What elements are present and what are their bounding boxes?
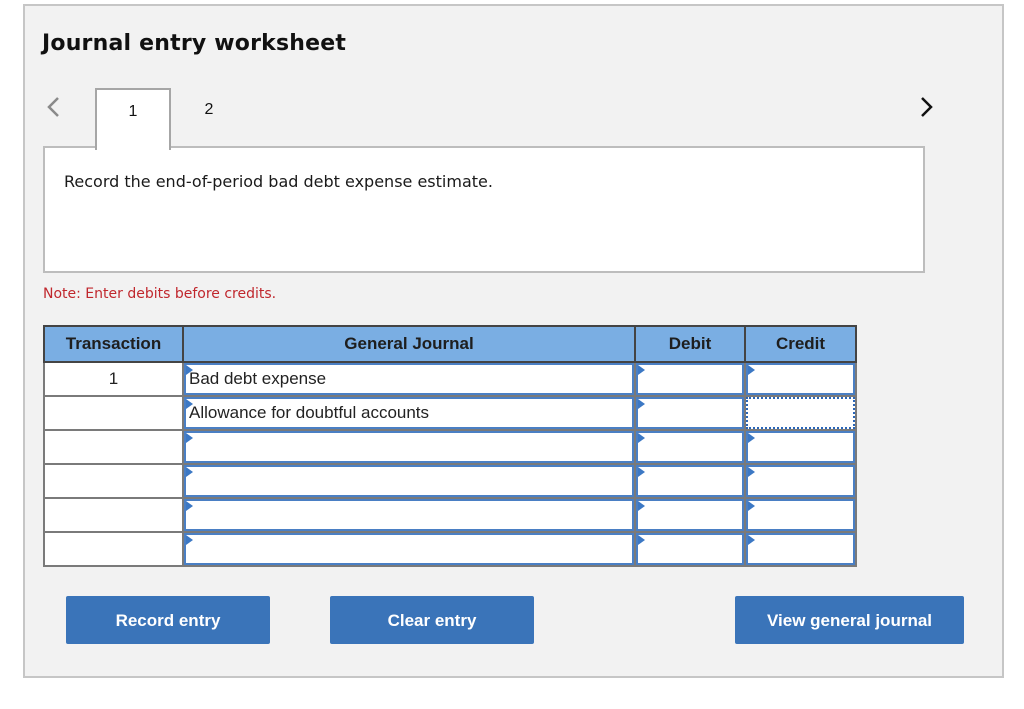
dropdown-marker-icon <box>638 467 645 477</box>
credit-cell <box>744 463 857 499</box>
table-header-row: Transaction General Journal Debit Credit <box>43 325 857 363</box>
account-cell <box>182 429 636 465</box>
credit-input[interactable] <box>746 431 855 463</box>
dropdown-marker-icon <box>748 501 755 511</box>
dropdown-marker-icon <box>186 365 193 375</box>
account-input[interactable] <box>184 431 634 463</box>
prompt-text: Record the end-of-period bad debt expens… <box>64 172 493 191</box>
chevron-left-icon <box>44 92 68 122</box>
dropdown-marker-icon <box>186 399 193 409</box>
account-input-value: Bad debt expense <box>189 369 327 388</box>
debit-cell <box>634 361 746 397</box>
account-input[interactable]: Allowance for doubtful accounts <box>184 397 634 429</box>
page-title: Journal entry worksheet <box>42 31 347 56</box>
account-cell <box>182 531 636 567</box>
debit-input[interactable] <box>636 397 744 429</box>
header-general-journal: General Journal <box>182 325 636 363</box>
debit-cell <box>634 463 746 499</box>
debit-input[interactable] <box>636 499 744 531</box>
prev-arrow-button[interactable] <box>44 92 68 122</box>
account-cell <box>182 463 636 499</box>
transaction-cell <box>43 429 184 465</box>
header-debit: Debit <box>634 325 746 363</box>
transaction-cell <box>43 497 184 533</box>
table-row <box>43 429 857 465</box>
next-arrow-button[interactable] <box>916 92 940 122</box>
dropdown-marker-icon <box>748 433 755 443</box>
transaction-cell <box>43 531 184 567</box>
journal-table: Transaction General Journal Debit Credit… <box>43 325 857 567</box>
credit-input[interactable] <box>746 363 855 395</box>
debit-input[interactable] <box>636 431 744 463</box>
credit-cell <box>744 395 857 431</box>
debit-input[interactable] <box>636 363 744 395</box>
table-row <box>43 531 857 567</box>
dropdown-marker-icon <box>186 501 193 511</box>
credit-input[interactable] <box>746 465 855 497</box>
dropdown-marker-icon <box>186 535 193 545</box>
chevron-right-icon <box>916 92 940 122</box>
tab-2[interactable]: 2 <box>171 88 247 148</box>
credit-input[interactable] <box>746 397 855 429</box>
credit-cell <box>744 497 857 533</box>
table-row <box>43 497 857 533</box>
clear-entry-button[interactable]: Clear entry <box>330 596 534 644</box>
account-cell <box>182 497 636 533</box>
record-entry-button[interactable]: Record entry <box>66 596 270 644</box>
credit-cell <box>744 531 857 567</box>
account-cell: Allowance for doubtful accounts <box>182 395 636 431</box>
credit-input[interactable] <box>746 499 855 531</box>
credit-input[interactable] <box>746 533 855 565</box>
account-input[interactable] <box>184 533 634 565</box>
dropdown-marker-icon <box>638 365 645 375</box>
table-row <box>43 463 857 499</box>
account-input-value: Allowance for doubtful accounts <box>189 403 430 422</box>
debit-cell <box>634 531 746 567</box>
dropdown-marker-icon <box>638 399 645 409</box>
dropdown-marker-icon <box>748 365 755 375</box>
account-input[interactable]: Bad debt expense <box>184 363 634 395</box>
table-row: 1 Bad debt expense <box>43 361 857 397</box>
dropdown-marker-icon <box>748 467 755 477</box>
debit-cell <box>634 395 746 431</box>
dropdown-marker-icon <box>638 433 645 443</box>
header-transaction: Transaction <box>43 325 184 363</box>
dropdown-marker-icon <box>186 467 193 477</box>
debit-input[interactable] <box>636 465 744 497</box>
debit-input[interactable] <box>636 533 744 565</box>
dropdown-marker-icon <box>748 535 755 545</box>
prompt-box: Record the end-of-period bad debt expens… <box>43 146 925 273</box>
account-cell: Bad debt expense <box>182 361 636 397</box>
debit-cell <box>634 429 746 465</box>
tab-1[interactable]: 1 <box>95 88 171 150</box>
table-row: Allowance for doubtful accounts <box>43 395 857 431</box>
dropdown-marker-icon <box>638 535 645 545</box>
account-input[interactable] <box>184 465 634 497</box>
transaction-cell <box>43 463 184 499</box>
header-credit: Credit <box>744 325 857 363</box>
dropdown-marker-icon <box>638 501 645 511</box>
account-input[interactable] <box>184 499 634 531</box>
credit-cell <box>744 429 857 465</box>
dropdown-marker-icon <box>186 433 193 443</box>
debit-cell <box>634 497 746 533</box>
view-general-journal-button[interactable]: View general journal <box>735 596 964 644</box>
credit-cell <box>744 361 857 397</box>
transaction-cell <box>43 395 184 431</box>
transaction-cell: 1 <box>43 361 184 397</box>
note-text: Note: Enter debits before credits. <box>43 286 277 302</box>
